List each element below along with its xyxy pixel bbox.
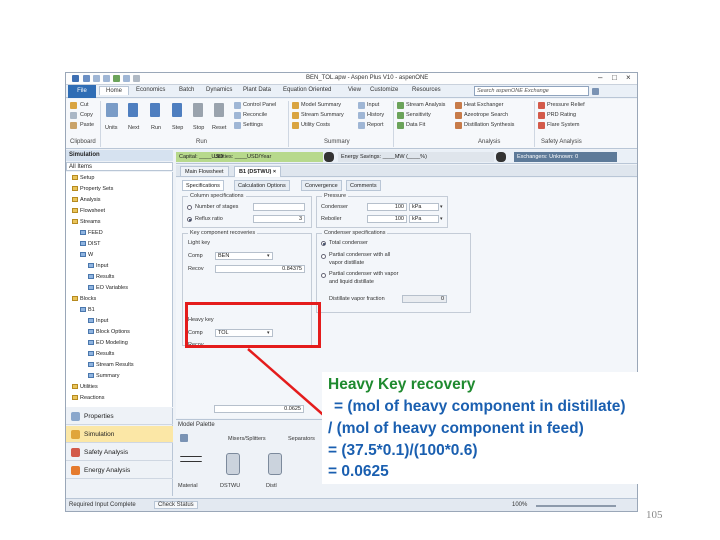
callout-line-4: = (37.5*0.1)/(100*0.6) — [328, 442, 478, 459]
page-number: 105 — [646, 509, 663, 521]
explanation-callout: Heavy Key recovery = (mol of heavy compo… — [322, 372, 638, 484]
callout-line-3: / (mol of heavy component in feed) — [328, 420, 584, 437]
callout-line-5: = 0.0625 — [328, 463, 389, 480]
callout-line-2: = (mol of heavy component in distillate) — [334, 398, 626, 415]
callout-heading: Heavy Key recovery — [328, 376, 476, 393]
